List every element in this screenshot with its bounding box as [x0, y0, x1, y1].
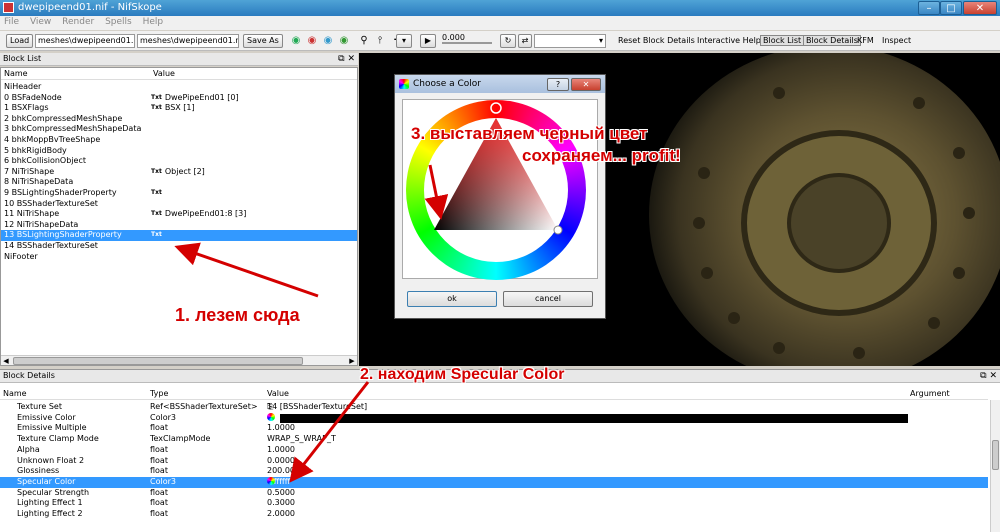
annotation-arrows	[174, 164, 449, 483]
annotation-step1: 1. лезем сюда	[175, 305, 300, 325]
annotation-step2: 2. находим Specular Color	[360, 366, 565, 383]
annotation-step3-line2: сохраняем... profit!	[522, 146, 681, 165]
arrow-to-black	[424, 164, 449, 220]
arrow-to-specular-color	[289, 381, 370, 483]
annotation-step3-line1: 3. выставляем черный цвет	[411, 124, 648, 143]
arrow-to-block-list	[174, 242, 319, 298]
